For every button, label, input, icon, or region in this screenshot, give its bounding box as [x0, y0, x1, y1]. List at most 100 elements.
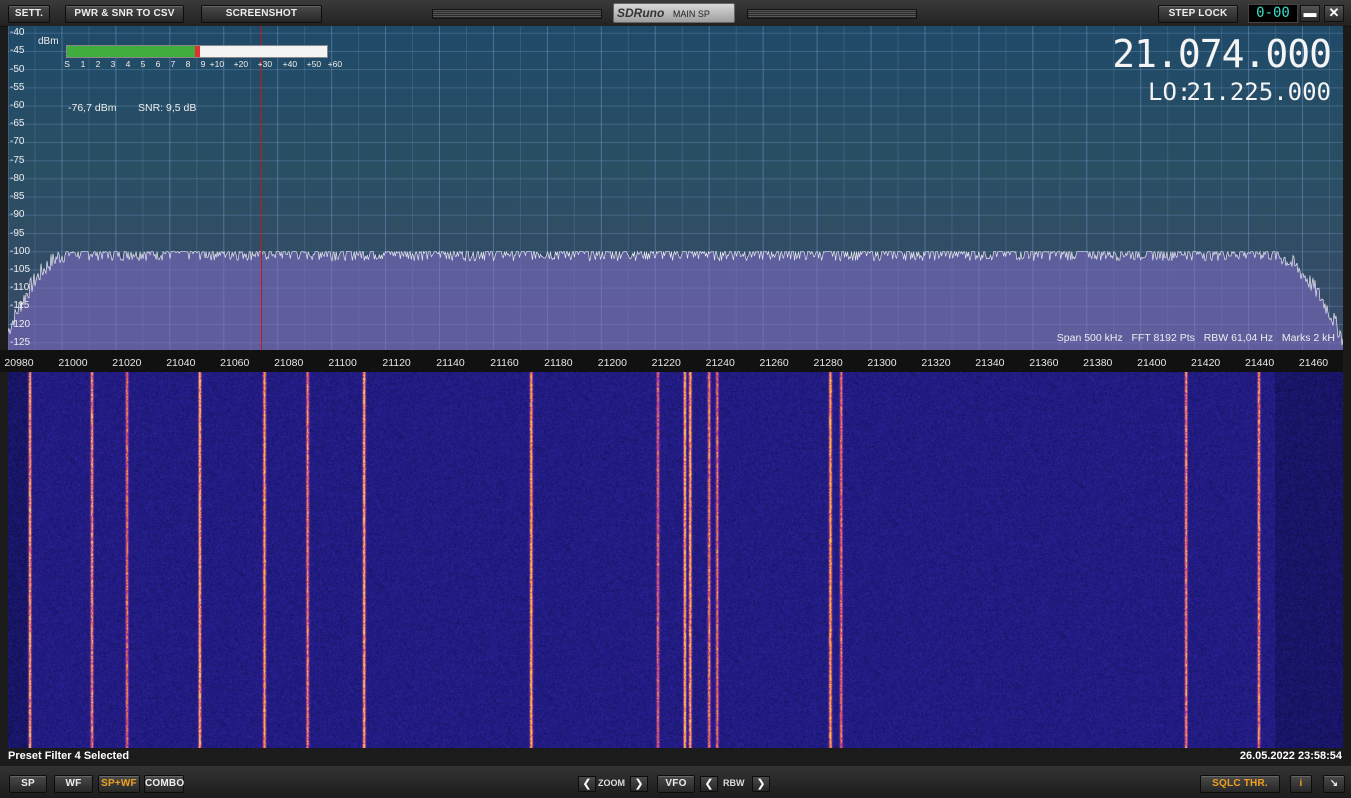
s-meter-scale-label: +10 — [209, 59, 225, 69]
sp-button[interactable]: SP — [9, 775, 47, 793]
y-tick-label: -50 — [10, 63, 25, 75]
x-tick-label: 20980 — [4, 357, 34, 369]
y-tick-label: -100 — [10, 245, 31, 257]
x-tick-label: 21320 — [921, 357, 951, 369]
pwr-snr-csv-button[interactable]: PWR & SNR TO CSV — [65, 5, 184, 23]
zoom-out-arrow-icon[interactable]: ❮ — [578, 776, 596, 792]
top-toolbar: SETT. PWR & SNR TO CSV SCREENSHOT SDRuno… — [0, 0, 1351, 27]
x-tick-label: 21120 — [382, 357, 411, 369]
wf-button[interactable]: WF — [54, 775, 93, 793]
s-meter-scale-label: 1 — [80, 59, 86, 69]
x-tick-label: 21100 — [328, 357, 357, 369]
x-tick-label: 21400 — [1137, 357, 1167, 369]
zoom-in-arrow-icon[interactable]: ❯ — [630, 776, 648, 792]
s-meter-scale-label: +40 — [282, 59, 298, 69]
s-meter-fill — [67, 46, 197, 57]
status-message: Preset Filter 4 Selected — [8, 750, 130, 762]
y-tick-label: -80 — [10, 172, 25, 184]
resize-icon[interactable]: ↘ — [1323, 775, 1345, 793]
rbw-down-arrow-icon[interactable]: ❮ — [700, 776, 718, 792]
marks-info: Marks 2 kH — [1281, 332, 1335, 344]
sp-wf-button[interactable]: SP+WF — [98, 775, 140, 793]
s-meter-scale-label: 4 — [125, 59, 131, 69]
y-tick-label: -125 — [10, 336, 31, 348]
screenshot-button[interactable]: SCREENSHOT — [201, 5, 322, 23]
x-tick-label: 21200 — [597, 357, 627, 369]
s-meter-peak — [195, 46, 200, 57]
close-icon[interactable]: ✕ — [1324, 5, 1344, 22]
power-readout: -76,7 dBm — [68, 102, 117, 114]
y-tick-label: -40 — [10, 27, 25, 39]
x-tick-label: 21440 — [1244, 357, 1275, 369]
x-tick-label: 21220 — [651, 357, 681, 369]
y-tick-label: -65 — [10, 118, 25, 130]
y-tick-label: -115 — [10, 300, 30, 312]
waterfall-display[interactable] — [8, 372, 1343, 748]
y-tick-label: -45 — [10, 45, 25, 57]
x-tick-label: 21460 — [1298, 357, 1329, 369]
s-meter-scale-label: +30 — [257, 59, 273, 69]
minimize-icon[interactable]: ▬ — [1300, 5, 1320, 22]
s-meter-scale-label: +50 — [306, 59, 322, 69]
s-meter-scale-label: 5 — [140, 59, 146, 69]
fft-info: FFT 8192 Pts — [1131, 332, 1195, 344]
x-tick-label: 21260 — [759, 357, 789, 369]
sqlc-threshold-button[interactable]: SQLC THR. — [1200, 775, 1280, 793]
s-meter-unit: dBm — [38, 36, 59, 47]
x-tick-label: 21060 — [220, 357, 250, 369]
window-name: MAIN SP — [672, 9, 710, 19]
x-tick-label: 21340 — [975, 357, 1005, 369]
y-tick-label: -110 — [10, 282, 30, 294]
vfo-frequency[interactable]: 21.074.000 — [1112, 32, 1332, 76]
s-meter-scale: S 1 2 3 4 5 6 7 8 9 +10 +20 +30 +40 +50 +60 — [64, 59, 342, 71]
x-tick-label: 21300 — [867, 357, 897, 369]
step-lock-button[interactable]: STEP LOCK — [1158, 5, 1238, 23]
s-meter-scale-label: +60 — [327, 59, 343, 69]
y-tick-label: -90 — [10, 209, 25, 221]
spectrum-display[interactable]: -40 -45 -50 -55 -60 -65 -70 -75 -80 -85 -90 -95 -100… — [8, 26, 1343, 350]
rbw-up-arrow-icon[interactable]: ❯ — [752, 776, 770, 792]
rbw-info: RBW 61,04 Hz — [1203, 332, 1274, 344]
x-tick-label: 21160 — [490, 357, 519, 369]
x-tick-label: 21000 — [58, 357, 88, 369]
s-meter-scale-label: S — [64, 59, 70, 69]
drag-handle-right[interactable] — [747, 9, 917, 19]
brand-name: SDRuno — [617, 6, 665, 20]
spectrum-info: Span 500 kHz FFT 8192 Pts RBW 61,04 Hz M… — [1057, 332, 1335, 344]
status-line: Preset Filter 4 Selected 26.05.2022 23:5… — [0, 748, 1351, 766]
frequency-axis[interactable]: 20980 21000 21020 21040 21060 21080 21100 21120… — [0, 350, 1343, 372]
y-tick-label: -120 — [10, 318, 31, 330]
y-tick-label: -70 — [10, 136, 25, 148]
snr-readout: SNR: 9,5 dB — [138, 102, 197, 114]
y-tick-label: -55 — [10, 81, 25, 93]
y-tick-label: -105 — [10, 263, 31, 275]
lo-label: LO: — [1148, 78, 1192, 106]
lo-frequency[interactable]: 21.225.000 — [1187, 78, 1332, 106]
x-tick-label: 21380 — [1083, 357, 1113, 369]
x-tick-label: 21080 — [274, 357, 304, 369]
combo-button[interactable]: COMBO — [144, 775, 184, 793]
span-info: Span 500 kHz — [1056, 332, 1123, 344]
x-tick-label: 21240 — [705, 357, 735, 369]
x-tick-label: 21020 — [112, 357, 142, 369]
s-meter-scale-label: 6 — [155, 59, 161, 69]
s-meter-scale-label: 3 — [110, 59, 116, 69]
y-tick-label: -60 — [10, 100, 25, 112]
s-meter-scale-label: 7 — [170, 59, 176, 69]
vfo-button[interactable]: VFO — [657, 775, 695, 793]
x-tick-label: 21280 — [813, 357, 843, 369]
s-meter-scale-label: 2 — [95, 59, 101, 69]
x-tick-label: 21420 — [1191, 357, 1221, 369]
x-tick-label: 21360 — [1029, 357, 1059, 369]
x-tick-label: 21140 — [436, 357, 465, 369]
status-datetime: 26.05.2022 23:58:54 — [1239, 750, 1342, 762]
s-meter-bar — [66, 45, 328, 58]
y-tick-label: -95 — [10, 227, 25, 239]
info-button[interactable]: i — [1290, 775, 1312, 793]
settings-button[interactable]: SETT. — [8, 5, 50, 23]
y-tick-label: -85 — [10, 191, 25, 203]
x-tick-label: 21040 — [166, 357, 196, 369]
y-tick-label: -75 — [10, 154, 25, 166]
drag-handle-left[interactable] — [432, 9, 602, 19]
x-tick-label: 21180 — [544, 357, 573, 369]
